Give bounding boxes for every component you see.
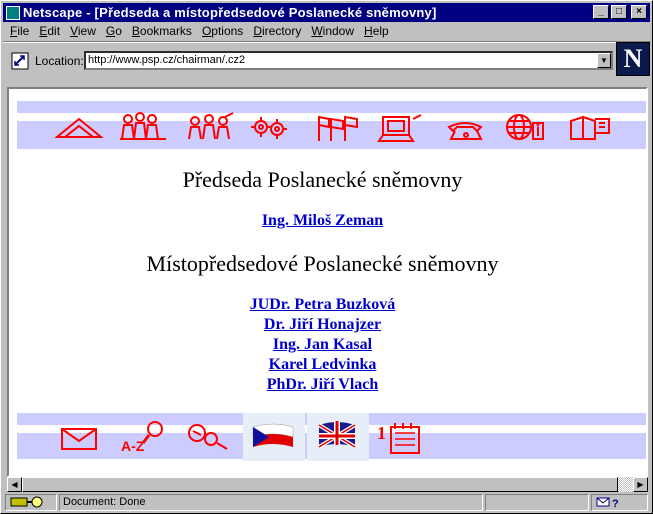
location-input[interactable]: http://www.psp.cz/chairman/.cz2 [84, 51, 613, 70]
location-bar: Location: http://www.psp.cz/chairman/.cz… [3, 44, 614, 77]
security-key-icon[interactable] [9, 495, 49, 509]
horizontal-scrollbar[interactable]: ◀ ▶ [7, 477, 648, 492]
maximize-button[interactable]: □ [611, 5, 627, 19]
uk-flag-icon[interactable] [307, 413, 369, 461]
books-icon[interactable] [570, 115, 610, 140]
mail-status-section: ? [591, 494, 648, 511]
menu-item-file[interactable]: File [5, 23, 34, 40]
scroll-right-button[interactable]: ▶ [633, 477, 648, 492]
calendar-icon[interactable]: 1 [377, 423, 420, 454]
vice-chair-link[interactable]: Dr. Jiří Honajzer [9, 316, 636, 334]
top-nav-band [17, 101, 646, 149]
vice-chair-link[interactable]: Karel Ledvinka [9, 356, 636, 374]
svg-text:A-Z: A-Z [121, 438, 145, 454]
chairman-heading: Předseda Poslanecké sněmovny [182, 167, 463, 192]
title-bar: Netscape - [Předseda a místopředsedové P… [3, 3, 650, 22]
bookmark-link-icon[interactable] [11, 52, 29, 70]
scroll-thumb[interactable] [22, 477, 618, 492]
computer-icon[interactable] [377, 114, 422, 142]
menu-item-bookmarks[interactable]: Bookmarks [127, 23, 197, 40]
window-title: Netscape - [Předseda a místopředsedové P… [23, 5, 437, 20]
page-content: Předseda Poslanecké sněmovny Ing. Miloš … [7, 87, 648, 477]
globe-info-icon[interactable] [506, 114, 544, 140]
close-button[interactable]: × [631, 5, 647, 19]
menu-item-options[interactable]: Options [197, 23, 248, 40]
menu-bar: File Edit View Go Bookmarks Options Directory W… [5, 23, 394, 40]
vice-chair-link[interactable]: JUDr. Petra Buzková [9, 296, 636, 314]
menu-item-help[interactable]: Help [359, 23, 394, 40]
phone-icon[interactable] [447, 122, 483, 140]
netscape-logo[interactable]: N [616, 42, 650, 76]
scroll-left-button[interactable]: ◀ [7, 477, 22, 492]
czech-flag-icon[interactable] [243, 413, 305, 461]
vice-chairs-heading: Místopředsedové Poslanecké sněmovny [146, 251, 499, 276]
flags-icon[interactable] [318, 115, 358, 141]
status-bar: Document: Done ? [3, 493, 650, 512]
netscape-app-icon[interactable] [6, 5, 20, 20]
menu-item-view[interactable]: View [65, 23, 101, 40]
progress-section [485, 494, 589, 511]
menu-item-go[interactable]: Go [101, 23, 127, 40]
menu-item-window[interactable]: Window [306, 23, 359, 40]
svg-text:1: 1 [377, 423, 386, 443]
home-icon[interactable] [54, 117, 104, 138]
chairman-link[interactable]: Ing. Miloš Zeman [9, 212, 636, 230]
menu-item-edit[interactable]: Edit [34, 23, 65, 40]
menu-item-directory[interactable]: Directory [248, 23, 306, 40]
top-nav-icons [54, 112, 610, 142]
assembly-icon[interactable] [120, 112, 166, 140]
status-text: Document: Done [59, 494, 483, 511]
a-z-search-icon[interactable]: A-Z [121, 421, 163, 454]
gears-icon[interactable] [251, 117, 287, 139]
vice-chair-link[interactable]: PhDr. Jiří Vlach [9, 376, 636, 394]
security-key-icon-section [5, 494, 57, 511]
committees-icon[interactable] [188, 112, 234, 140]
mail-status-icon[interactable]: ? [595, 495, 625, 510]
browser-window: Netscape - [Předseda a místopředsedové P… [0, 0, 653, 514]
location-dropdown-button[interactable]: ▼ [597, 53, 611, 68]
vice-chair-link[interactable]: Ing. Jan Kasal [9, 336, 636, 354]
location-label: Location: [35, 54, 84, 68]
bottom-nav-band: A-Z 1 [17, 413, 646, 461]
bottom-nav-icons: A-Z 1 [61, 413, 420, 461]
search-icon[interactable] [188, 424, 228, 450]
minimize-button[interactable]: _ [593, 5, 609, 19]
menu-separator [3, 41, 650, 43]
mail-icon[interactable] [61, 428, 97, 450]
svg-text:?: ? [612, 498, 619, 509]
